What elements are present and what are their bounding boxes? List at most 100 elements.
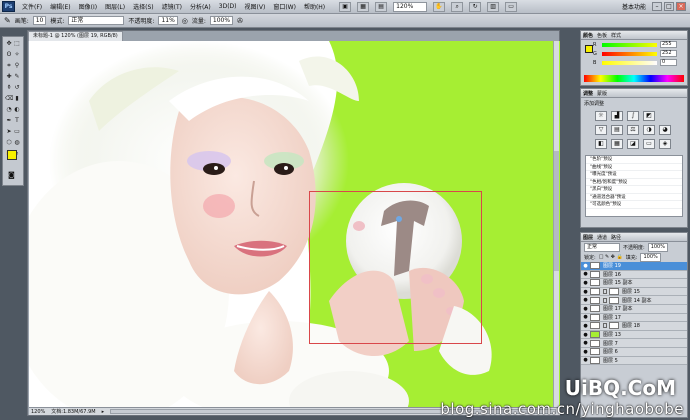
preset-item[interactable]: "曝光度"预设 bbox=[586, 171, 682, 179]
menu-file[interactable]: 文件(F) bbox=[18, 2, 46, 11]
layer-row[interactable]: ● 图层 19 bbox=[581, 262, 687, 271]
threshold-icon[interactable]: ◪ bbox=[627, 139, 639, 149]
color-panel-foreground-swatch[interactable] bbox=[585, 45, 593, 53]
document-tab[interactable]: 未标题-1 @ 120% (图层 19, RGB/8) bbox=[28, 31, 123, 41]
layer-row[interactable]: ● 图层 16 bbox=[581, 270, 687, 280]
blend-mode-select[interactable]: 正常 bbox=[584, 242, 620, 252]
tab-paths[interactable]: 路径 bbox=[611, 234, 621, 241]
blue-slider[interactable] bbox=[602, 60, 657, 65]
exposure-icon[interactable]: ◩ bbox=[643, 111, 655, 121]
layer-mask-icon[interactable] bbox=[609, 322, 619, 330]
levels-icon[interactable]: ▟ bbox=[611, 111, 623, 121]
tab-masks[interactable]: 蒙版 bbox=[597, 90, 607, 97]
layer-row[interactable]: ● 图层 14 副本 bbox=[581, 296, 687, 305]
vertical-scrollbar[interactable] bbox=[553, 41, 559, 409]
eye-icon[interactable]: ● bbox=[581, 306, 590, 312]
rotate-view-icon[interactable]: ↻ bbox=[469, 1, 482, 12]
tab-swatches[interactable]: 色板 bbox=[597, 32, 607, 39]
layer-row[interactable]: ● 图层 15 副本 bbox=[581, 279, 687, 288]
airbrush-icon[interactable]: ✇ bbox=[237, 17, 243, 25]
3d-camera-tool-icon[interactable]: ◍ bbox=[13, 139, 21, 147]
minibridge-icon[interactable]: ▦ bbox=[357, 1, 370, 12]
menu-window[interactable]: 窗口(W) bbox=[269, 2, 300, 11]
menu-image[interactable]: 图像(I) bbox=[75, 2, 101, 11]
3d-tool-icon[interactable]: ⬡ bbox=[5, 139, 13, 147]
quick-mask-icon[interactable]: ◙ bbox=[8, 171, 15, 179]
bridge-icon[interactable]: ▣ bbox=[339, 1, 352, 12]
menu-select[interactable]: 选择(S) bbox=[129, 2, 158, 11]
status-arrow-icon[interactable]: ▸ bbox=[102, 409, 105, 415]
history-brush-tool-icon[interactable]: ↺ bbox=[13, 84, 21, 92]
layer-row[interactable]: ● 图层 7 bbox=[581, 339, 687, 348]
workspace-label[interactable]: 基本功能 bbox=[618, 2, 650, 11]
tab-channels[interactable]: 通道 bbox=[597, 234, 607, 241]
layer-mask-icon[interactable] bbox=[609, 296, 619, 304]
lock-icons[interactable]: □ ✎ ✥ 🔒 bbox=[599, 254, 623, 260]
lasso-tool-icon[interactable]: ʘ bbox=[5, 51, 13, 59]
preset-item[interactable]: "曲线"预设 bbox=[586, 164, 682, 171]
layer-row[interactable]: ● 图层 13 bbox=[581, 330, 687, 340]
preset-item[interactable]: "色相/饱和度"预设 bbox=[586, 179, 682, 186]
green-slider[interactable] bbox=[602, 51, 657, 56]
eye-icon[interactable]: ● bbox=[581, 323, 590, 329]
vertical-scroll-thumb[interactable] bbox=[554, 151, 559, 271]
brightness-contrast-icon[interactable]: ☼ bbox=[595, 111, 607, 121]
layer-row[interactable]: ● 图层 15 bbox=[581, 287, 687, 297]
close-icon[interactable]: × bbox=[676, 2, 686, 11]
eye-icon[interactable]: ● bbox=[581, 280, 590, 286]
tab-styles[interactable]: 样式 bbox=[611, 32, 621, 39]
dodge-tool-icon[interactable]: ◐ bbox=[13, 106, 21, 114]
green-value[interactable]: 252 bbox=[660, 50, 677, 57]
layer-row[interactable]: ● 图层 6 bbox=[581, 347, 687, 357]
canvas[interactable] bbox=[29, 41, 560, 409]
preset-item[interactable]: "黑白"预设 bbox=[586, 186, 682, 194]
tab-layers[interactable]: 图层 bbox=[583, 234, 593, 241]
tab-color[interactable]: 颜色 bbox=[583, 32, 593, 39]
zoom-tool-icon[interactable]: ⌕ bbox=[451, 1, 464, 12]
blur-tool-icon[interactable]: ◔ bbox=[5, 106, 13, 114]
arrange-documents-icon[interactable]: ▥ bbox=[487, 1, 500, 12]
menu-analysis[interactable]: 分析(A) bbox=[186, 2, 215, 11]
pen-tool-icon[interactable]: ✒ bbox=[5, 117, 13, 125]
layer-mask-icon[interactable] bbox=[609, 288, 619, 296]
gradient-map-icon[interactable]: ▭ bbox=[643, 139, 655, 149]
vibrance-adj-icon[interactable]: ▽ bbox=[595, 125, 607, 135]
opacity-field[interactable]: 11% bbox=[158, 16, 178, 25]
menu-edit[interactable]: 编辑(E) bbox=[46, 2, 74, 11]
preset-item[interactable]: "可选颜色"预设 bbox=[586, 201, 682, 209]
layer-row[interactable]: ● 图层 5 bbox=[581, 356, 687, 366]
shape-tool-icon[interactable]: ▭ bbox=[13, 128, 21, 136]
fill-field[interactable]: 100% bbox=[640, 252, 661, 262]
hue-saturation-icon[interactable]: ▤ bbox=[611, 125, 623, 135]
layer-row[interactable]: ● 图层 17 bbox=[581, 313, 687, 323]
hand-tool-icon[interactable]: ✋ bbox=[433, 1, 446, 12]
brush-icon[interactable]: ✎ bbox=[4, 16, 11, 25]
eye-icon[interactable]: ● bbox=[581, 340, 590, 346]
zoom-level-field[interactable]: 120% bbox=[393, 1, 428, 12]
tab-adjustments[interactable]: 调整 bbox=[583, 90, 593, 97]
photo-filter-icon[interactable]: ◕ bbox=[659, 125, 671, 135]
layer-row[interactable]: ● 图层 18 bbox=[581, 322, 687, 331]
color-spectrum-bar[interactable] bbox=[584, 75, 684, 82]
crop-tool-icon[interactable]: ⌗ bbox=[5, 62, 13, 70]
eye-icon[interactable]: ● bbox=[581, 314, 590, 320]
menu-help[interactable]: 帮助(H) bbox=[300, 2, 329, 11]
maximize-icon[interactable]: □ bbox=[664, 2, 674, 11]
menu-3d[interactable]: 3D(D) bbox=[215, 3, 241, 10]
eye-icon[interactable]: ● bbox=[581, 332, 590, 338]
type-tool-icon[interactable]: T bbox=[13, 117, 21, 125]
eye-icon[interactable]: ● bbox=[581, 349, 590, 355]
preset-item[interactable]: "通道混合器"预设 bbox=[586, 194, 682, 201]
foreground-color-swatch[interactable] bbox=[7, 150, 17, 160]
selective-color-icon[interactable]: ◈ bbox=[659, 139, 671, 149]
quick-select-tool-icon[interactable]: ✧ bbox=[13, 51, 21, 59]
move-tool-icon[interactable]: ✥ bbox=[5, 40, 13, 48]
eye-icon[interactable]: ● bbox=[581, 289, 590, 295]
status-zoom[interactable]: 120% bbox=[31, 409, 45, 415]
red-slider[interactable] bbox=[602, 42, 657, 47]
status-document-size[interactable]: 文档:1.83M/67.9M bbox=[51, 408, 95, 415]
layer-row[interactable]: ● 图层 17 副本 bbox=[581, 304, 687, 314]
pressure-opacity-icon[interactable]: ◎ bbox=[182, 17, 188, 25]
menu-filter[interactable]: 滤镜(T) bbox=[158, 2, 186, 11]
gradient-tool-icon[interactable]: ▮ bbox=[13, 95, 21, 103]
